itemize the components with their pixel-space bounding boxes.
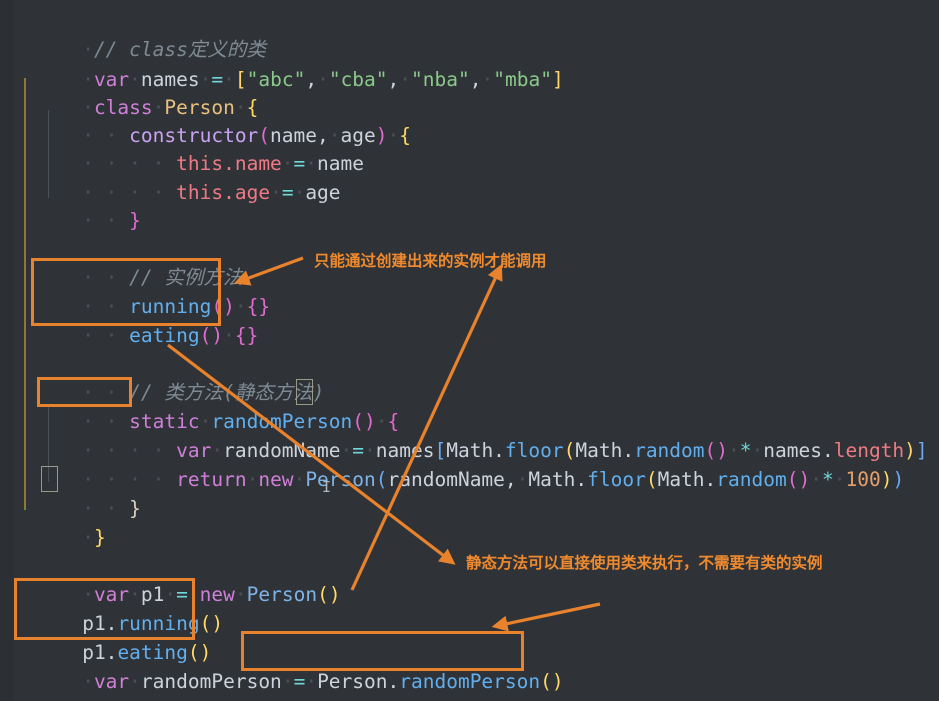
- ws-dot: ·: [270, 181, 282, 204]
- kw-this: this: [176, 181, 224, 204]
- kw-return: return: [176, 468, 247, 491]
- brace-close-static: }: [129, 497, 141, 520]
- ident-randomName: randomName: [387, 468, 505, 491]
- string-mba: "mba": [493, 68, 552, 91]
- code-editor-screenshot: ·// class定义的类 ·var·names·=·["abc",·"cba"…: [0, 0, 939, 701]
- ws-dots: ·: [70, 526, 94, 549]
- paren-pair: (): [540, 670, 564, 693]
- brace-close-class: }: [93, 526, 106, 549]
- brace-close: }: [129, 209, 141, 232]
- code-line-7[interactable]: · · }: [0, 176, 141, 232]
- code-line-15[interactable]: · · · · var·randomName·=·names[Math.floo…: [0, 406, 927, 462]
- code-line-13[interactable]: · · // 类方法(静态方法): [0, 348, 324, 404]
- code-line-3[interactable]: ·class·Person·{: [0, 63, 258, 119]
- ident-age: age: [305, 181, 341, 204]
- paren-close: ): [375, 124, 388, 147]
- code-line-4[interactable]: · · constructor(name,·age)·{: [0, 91, 411, 147]
- obj-math: Math.: [657, 468, 717, 491]
- code-line-24[interactable]: ·console.log(randomPerson): [0, 666, 387, 701]
- code-line-14[interactable]: · · static·randomPerson()·{: [0, 377, 399, 433]
- code-line-23[interactable]: ·var·randomPerson·=·Person.randomPerson(…: [0, 637, 563, 693]
- brace-pair: {}: [234, 324, 259, 347]
- paren-open: (: [375, 468, 388, 491]
- code-line-1[interactable]: ·// class定义的类: [0, 5, 266, 61]
- method-eating: eating: [129, 324, 200, 347]
- kw-new: new: [258, 468, 294, 491]
- paren-close: ): [892, 468, 905, 491]
- bracket-close: ]: [915, 439, 928, 462]
- paren-pair: (): [786, 468, 811, 491]
- bracket-match-close-brace: [41, 466, 58, 492]
- ws-dot: ·: [833, 468, 846, 491]
- ws-dot: ·: [293, 181, 306, 204]
- ws-dot: ·: [223, 324, 235, 347]
- paren-close: ): [880, 468, 893, 491]
- paren-open: (: [645, 468, 658, 491]
- code-line-5[interactable]: · · · · this.name·=·name: [0, 119, 364, 175]
- comma: ,: [305, 68, 318, 91]
- ws-dot: ·: [810, 468, 822, 491]
- number-100: 100: [845, 468, 881, 491]
- code-line-20[interactable]: ·var·p1·=·new·Person(): [0, 550, 340, 606]
- paren-pair: (): [317, 583, 341, 606]
- comma: ,: [469, 68, 482, 91]
- ws-dot: ·: [246, 468, 259, 491]
- ws-dot: ·: [293, 468, 306, 491]
- ws-dot: ·: [516, 468, 529, 491]
- op-mul: *: [821, 468, 834, 491]
- ws-dot: ·: [317, 68, 329, 91]
- annotation-instance-note: 只能通过创建出来的实例才能调用: [314, 252, 547, 270]
- code-line-22[interactable]: p1.eating(): [0, 608, 211, 664]
- class-ref-person: Person: [305, 468, 376, 491]
- bracket-close: ]: [551, 68, 564, 91]
- obj-math: Math.: [528, 468, 588, 491]
- bracket-match-open-brace: [296, 379, 313, 405]
- code-line-17[interactable]: · · }: [0, 464, 141, 520]
- ws-dots: · ·: [70, 209, 130, 232]
- code-line-21[interactable]: p1.running(): [0, 579, 223, 635]
- call-randomPerson: randomPerson: [399, 670, 541, 693]
- comma: ,: [504, 468, 517, 491]
- paren-close: ): [904, 439, 916, 462]
- code-line-16[interactable]: · · · · return·new·Person(randomName,·Ma…: [0, 435, 904, 491]
- code-line-10[interactable]: · · running()·{}: [0, 262, 270, 318]
- fn-random: random: [716, 468, 787, 491]
- brace-open: {: [399, 124, 411, 147]
- code-content[interactable]: ·// class定义的类 ·var·names·=·["abc",·"cba"…: [0, 0, 939, 701]
- annotation-static-note: 静态方法可以直接使用类来执行，不需要有类的实例: [466, 554, 823, 572]
- code-line-9[interactable]: · · // 实例方法: [0, 233, 242, 289]
- ws-dot: ·: [387, 124, 400, 147]
- prop-age: .age: [223, 181, 271, 204]
- ws-dot: ·: [234, 583, 247, 606]
- code-line-11[interactable]: · · eating()·{}: [0, 291, 258, 347]
- op-assign: =: [281, 181, 294, 204]
- string-cba: "cba": [328, 68, 388, 91]
- code-line-6[interactable]: · · · · this.age·=·age: [0, 148, 340, 204]
- ws-dots: · ·: [70, 324, 130, 347]
- fn-floor: floor: [587, 468, 646, 491]
- string-nba: "nba": [411, 68, 470, 91]
- ws-dot: ·: [481, 68, 494, 91]
- code-line-18[interactable]: ·}: [0, 493, 106, 549]
- comma: ,: [387, 68, 400, 91]
- paren-pair: (): [199, 324, 224, 347]
- ws-dot: ·: [399, 68, 412, 91]
- text-cursor: I: [322, 478, 332, 496]
- code-line-2[interactable]: ·var·names·=·["abc",·"cba",·"nba",·"mba"…: [0, 35, 564, 91]
- class-ref-person: Person: [246, 583, 318, 606]
